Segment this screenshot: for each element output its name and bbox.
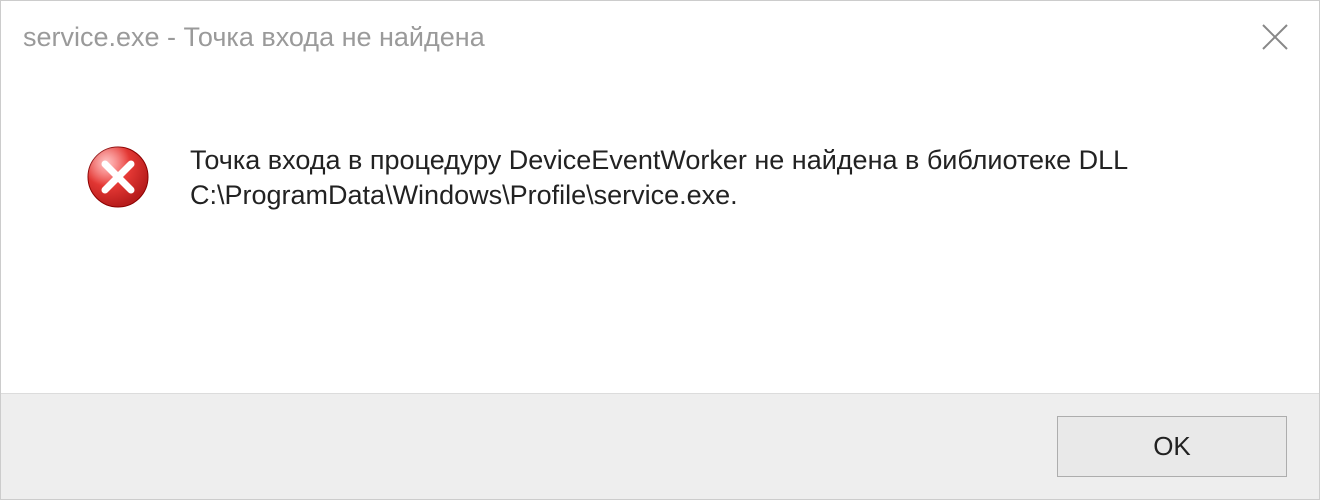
ok-button[interactable]: OK	[1057, 416, 1287, 477]
dialog-title: service.exe - Точка входа не найдена	[23, 22, 485, 53]
close-button[interactable]	[1251, 13, 1299, 61]
titlebar: service.exe - Точка входа не найдена	[1, 1, 1319, 73]
content-area: Точка входа в процедуру DeviceEventWorke…	[1, 73, 1319, 393]
error-dialog: service.exe - Точка входа не найдена	[0, 0, 1320, 500]
close-icon	[1259, 21, 1291, 53]
error-message: Точка входа в процедуру DeviceEventWorke…	[190, 143, 1259, 213]
error-icon	[86, 145, 150, 209]
button-area: OK	[1, 393, 1319, 499]
